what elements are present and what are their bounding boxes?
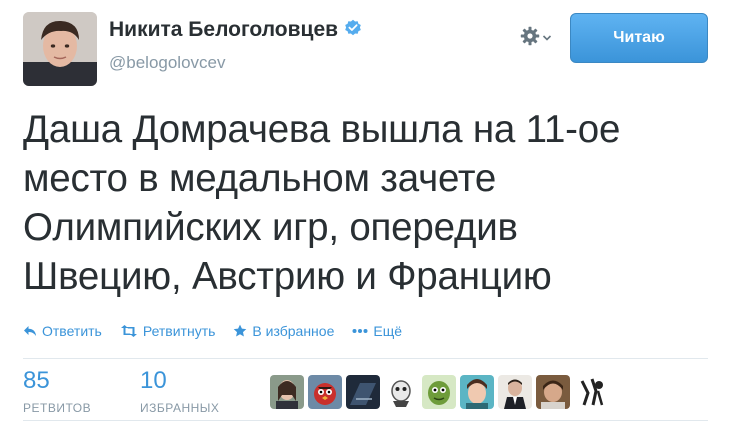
follow-button[interactable]: Читаю xyxy=(570,13,708,63)
more-dots-icon xyxy=(352,328,368,334)
avatar-photo xyxy=(23,12,97,86)
retweet-label: Ретвитнуть xyxy=(142,323,216,339)
retweet-icon xyxy=(120,325,138,337)
user-avatar[interactable] xyxy=(498,375,532,409)
retweets-count: 85 xyxy=(23,367,50,394)
author-name-row: Никита Белоголовцев xyxy=(109,18,362,42)
user-avatar[interactable] xyxy=(384,375,418,409)
reply-button[interactable]: Ответить xyxy=(23,323,102,339)
retweet-button[interactable]: Ретвитнуть xyxy=(120,323,216,339)
tweet-text-line: Олимпийских игр, опередив xyxy=(23,206,518,249)
user-avatar[interactable] xyxy=(270,375,304,409)
gear-icon xyxy=(520,26,540,51)
user-avatar[interactable] xyxy=(308,375,342,409)
retweeter-avatars xyxy=(270,375,608,409)
favorites-label: ИЗБРАННЫХ xyxy=(140,401,220,415)
favorite-button[interactable]: В избранное xyxy=(233,323,334,339)
user-avatar[interactable] xyxy=(536,375,570,409)
favorites-count: 10 xyxy=(140,367,167,394)
retweets-stat[interactable]: 85 РЕТВИТОВ xyxy=(23,367,92,416)
reply-label: Ответить xyxy=(42,323,102,339)
favorite-label: В избранное xyxy=(252,323,335,339)
user-avatar[interactable] xyxy=(460,375,494,409)
retweets-label: РЕТВИТОВ xyxy=(23,401,92,415)
tweet-text-line: Швецию, Австрию и Францию xyxy=(23,255,552,298)
tweet-text: Даша Домрачева вышла на 11-ое место в ме… xyxy=(23,105,713,301)
tweet-text-line: место в медальном зачете xyxy=(23,157,497,200)
favorites-stat[interactable]: 10 ИЗБРАННЫХ xyxy=(140,367,220,416)
divider xyxy=(23,358,708,359)
avatar[interactable] xyxy=(23,12,97,86)
more-button[interactable]: Ещё xyxy=(352,323,402,339)
user-avatar[interactable] xyxy=(574,375,608,409)
user-actions-menu[interactable] xyxy=(520,26,552,51)
user-avatar[interactable] xyxy=(422,375,456,409)
user-avatar[interactable] xyxy=(346,375,380,409)
star-icon xyxy=(233,324,247,338)
reply-icon xyxy=(23,325,37,337)
divider xyxy=(23,420,708,421)
tweet-actions: Ответить Ретвитнуть В избранное Ещё xyxy=(23,323,402,339)
tweet-text-line: Даша Домрачева вышла на 11-ое xyxy=(23,108,621,151)
chevron-down-icon xyxy=(542,30,552,48)
more-label: Ещё xyxy=(373,323,403,339)
verified-badge-icon xyxy=(344,19,362,42)
author-handle[interactable]: @belogolovcev xyxy=(109,53,226,73)
author-name[interactable]: Никита Белоголовцев xyxy=(109,18,338,42)
